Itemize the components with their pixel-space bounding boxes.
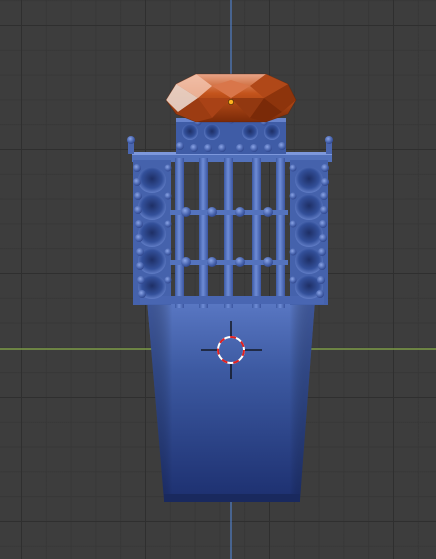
cage-bar [276, 158, 285, 308]
viewport-scene [0, 0, 436, 559]
3d-viewport[interactable] [0, 0, 436, 559]
cage-bar [224, 158, 233, 308]
cage-bar [175, 158, 184, 308]
ring-model[interactable] [127, 73, 333, 502]
cage-bar [199, 158, 208, 308]
cage-bottom-rail [140, 296, 324, 304]
object-origin-dot-icon[interactable] [228, 99, 234, 105]
cage-bar [252, 158, 261, 308]
gemstone [165, 73, 297, 123]
